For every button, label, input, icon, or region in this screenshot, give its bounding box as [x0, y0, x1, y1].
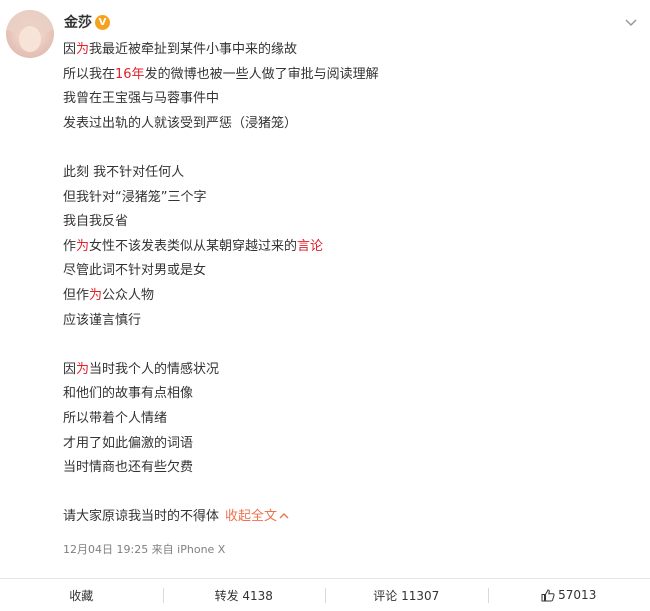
- post-text-line: 尽管此词不针对男或是女: [63, 259, 623, 284]
- collapse-label: 收起全文: [225, 509, 278, 525]
- like-count: 57013: [558, 588, 597, 602]
- repost-button[interactable]: 转发 4138: [162, 579, 326, 611]
- text-segment: 我曾在王宝强与马蓉事件中: [63, 91, 220, 107]
- highlighted-text: 为: [76, 42, 90, 57]
- post-text-line: 应该谨言慎行: [63, 309, 623, 334]
- text-segment: 但作: [63, 287, 90, 303]
- like-button[interactable]: 57013: [487, 579, 650, 611]
- post-text-line: 因为我最近被牵扯到某件小事中来的缘故: [63, 38, 623, 63]
- text-segment: 发的微博也被一些人做了审批与阅读理解: [144, 66, 379, 82]
- text-segment: 发表过出轨的人就该受到严惩（浸猪笼）: [63, 115, 298, 131]
- verified-badge-icon: V: [95, 15, 110, 30]
- post-content: 因为我最近被牵扯到某件小事中来的缘故 所以我在16年发的微博也被一些人做了审批与阅…: [63, 38, 623, 530]
- text-segment: 女性不该发表类似从某朝穿越过来的: [89, 238, 298, 254]
- post-text-line: 所以带着个人情绪: [63, 407, 623, 432]
- chevron-down-icon[interactable]: [625, 18, 637, 28]
- highlighted-text: 言论: [297, 238, 324, 254]
- thumbs-up-icon: [541, 588, 555, 601]
- text-segment: 当时我个人的情感状况: [89, 361, 220, 377]
- chevron-up-icon: [279, 513, 289, 519]
- highlighted-text: 16年: [115, 66, 145, 82]
- post-text-line: 所以我在16年发的微博也被一些人做了审批与阅读理解: [63, 63, 623, 88]
- text-segment: 我最近被牵扯到某件小事中来的缘故: [89, 42, 298, 57]
- post-text-line: 和他们的故事有点相像: [63, 382, 623, 407]
- text-segment: 此刻 我不针对任何人: [63, 164, 185, 180]
- post-text-line: 我曾在王宝强与马蓉事件中: [63, 87, 623, 112]
- post-text-line: 作为女性不该发表类似从某朝穿越过来的言论: [63, 235, 623, 260]
- text-segment: 才用了如此偏激的词语: [63, 435, 194, 451]
- post-text-line: 因为当时我个人的情感状况: [63, 358, 623, 383]
- text-segment: 所以我在: [63, 66, 116, 82]
- post-text-line: 发表过出轨的人就该受到严惩（浸猪笼）: [63, 112, 623, 137]
- collapse-full-text-link[interactable]: 收起全文: [225, 509, 289, 524]
- highlighted-text: 为: [76, 361, 90, 377]
- text-segment: 因: [63, 42, 77, 57]
- text-segment: 因: [63, 361, 77, 377]
- post-meta: 12月04日 19:25 来自 iPhone X: [63, 543, 226, 556]
- post-text-line: 请大家原谅我当时的不得体 收起全文: [63, 505, 623, 530]
- text-segment: 作: [63, 238, 77, 254]
- username[interactable]: 金莎: [64, 13, 92, 33]
- comment-label: 评论 11307: [373, 588, 440, 603]
- post-text-line: 我自我反省: [63, 210, 623, 235]
- comment-button[interactable]: 评论 11307: [325, 579, 488, 611]
- favorite-button[interactable]: 收藏: [0, 579, 163, 611]
- text-segment: 尽管此词不针对男或是女: [63, 263, 207, 279]
- repost-label: 转发 4138: [214, 588, 273, 603]
- avatar[interactable]: [6, 10, 54, 58]
- highlighted-text: 为: [89, 287, 103, 303]
- post-text-line: 此刻 我不针对任何人: [63, 161, 623, 186]
- post-text-line: 才用了如此偏激的词语: [63, 432, 623, 457]
- post-text-line: 当时情商也还有些欠费: [63, 456, 623, 481]
- text-segment: 但我针对“浸猪笼”三个字: [63, 189, 207, 205]
- text-segment: 我自我反省: [63, 214, 129, 230]
- highlighted-text: 为: [76, 238, 90, 254]
- post-text-line: 但我针对“浸猪笼”三个字: [63, 186, 623, 211]
- text-segment: 请大家原谅我当时的不得体: [63, 509, 220, 525]
- text-segment: 所以带着个人情绪: [63, 410, 168, 426]
- text-segment: 和他们的故事有点相像: [63, 386, 194, 402]
- post-text-line: 但作为公众人物: [63, 284, 623, 309]
- text-segment: 当时情商也还有些欠费: [63, 460, 194, 476]
- weibo-post: 金莎 V 因为我最近被牵扯到某件小事中来的缘故 所以我在16年发的微博也被一些人做…: [0, 0, 650, 578]
- text-segment: 公众人物: [102, 287, 155, 303]
- action-bar: 收藏 转发 4138 评论 11307 57013: [0, 578, 650, 611]
- text-segment: 应该谨言慎行: [63, 312, 142, 328]
- favorite-label: 收藏: [69, 588, 94, 603]
